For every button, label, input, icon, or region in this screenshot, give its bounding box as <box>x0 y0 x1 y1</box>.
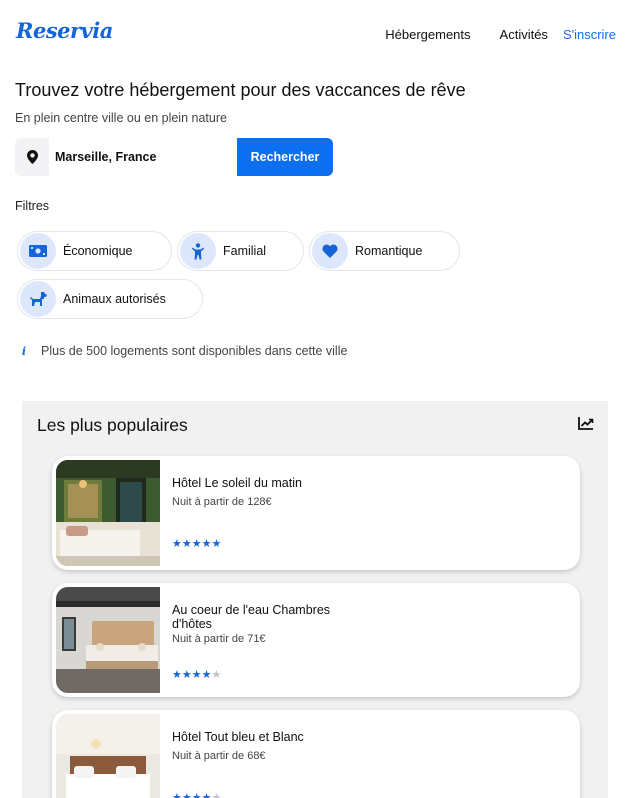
page-title: Trouvez votre hébergement pour des vacca… <box>15 80 466 100</box>
filter-economique[interactable]: Économique <box>17 231 172 271</box>
search-input[interactable] <box>49 138 237 176</box>
heart-icon <box>312 233 348 269</box>
star-icon: ★ <box>211 792 222 798</box>
star-icon: ★ <box>172 669 182 681</box>
nav-link-activites[interactable]: Activités <box>500 27 548 42</box>
filter-animaux[interactable]: Animaux autorisés <box>17 279 203 319</box>
hotel-price: Nuit à partir de 71€ <box>172 633 266 645</box>
filter-romantique[interactable]: Romantique <box>309 231 460 271</box>
star-icon: ★ <box>211 669 222 681</box>
filter-label: Familial <box>223 244 267 258</box>
star-icon: ★ <box>172 538 182 550</box>
hotel-name: Hôtel Le soleil du matin <box>172 476 302 490</box>
star-icon: ★ <box>181 792 192 798</box>
filter-label: Animaux autorisés <box>63 292 166 306</box>
money-icon <box>20 233 56 269</box>
star-icon: ★ <box>201 538 212 550</box>
filter-label: Économique <box>63 244 133 258</box>
hotel-price: Nuit à partir de 128€ <box>172 496 272 508</box>
star-icon: ★ <box>201 669 212 681</box>
map-pin-icon <box>15 150 49 164</box>
nav-link-signup[interactable]: S'inscrire <box>563 27 616 42</box>
filter-label: Romantique <box>355 244 423 258</box>
filter-familial[interactable]: Familial <box>177 231 304 271</box>
hotel-name: Hôtel Tout bleu et Blanc <box>172 730 304 744</box>
star-icon: ★ <box>181 669 192 681</box>
logo[interactable]: Reservia <box>16 18 113 43</box>
star-icon: ★ <box>191 538 202 550</box>
search-field <box>15 138 237 176</box>
hotel-card[interactable]: Hôtel Le soleil du matin Nuit à partir d… <box>52 456 580 570</box>
rating-stars: ★ ★ ★ ★ ★ <box>172 670 221 681</box>
rating-stars: ★ ★ ★ ★ ★ <box>172 539 221 550</box>
rating-stars: ★ ★ ★ ★ ★ <box>172 793 221 798</box>
search-bar: Rechercher <box>15 138 333 176</box>
availability-info: i Plus de 500 logements sont disponibles… <box>17 344 348 358</box>
hotel-photo <box>56 460 160 566</box>
hotel-photo <box>56 714 160 798</box>
star-icon: ★ <box>191 792 202 798</box>
star-icon: ★ <box>172 792 182 798</box>
search-button[interactable]: Rechercher <box>237 138 333 176</box>
availability-text: Plus de 500 logements sont disponibles d… <box>41 344 348 358</box>
hotel-card[interactable]: Hôtel Tout bleu et Blanc Nuit à partir d… <box>52 710 580 798</box>
site-header: Reservia Hébergements Activités S'inscri… <box>0 0 630 70</box>
info-icon: i <box>21 344 27 358</box>
star-icon: ★ <box>181 538 192 550</box>
trend-chart-icon[interactable] <box>578 416 594 435</box>
hotel-card[interactable]: Au coeur de l'eau Chambres d'hôtes Nuit … <box>52 583 580 697</box>
popular-title: Les plus populaires <box>37 415 188 435</box>
popular-section: Les plus populaires Hôtel Le soleil du m… <box>22 401 608 798</box>
child-icon <box>180 233 216 269</box>
hotel-price: Nuit à partir de 68€ <box>172 750 266 762</box>
star-icon: ★ <box>211 538 222 550</box>
page-subtitle: En plein centre ville ou en plein nature <box>15 111 227 125</box>
star-icon: ★ <box>201 792 212 798</box>
dog-icon <box>20 281 56 317</box>
main-nav: Hébergements Activités S'inscrire <box>385 27 616 42</box>
hotel-name: Au coeur de l'eau Chambres d'hôtes <box>172 603 331 631</box>
star-icon: ★ <box>191 669 202 681</box>
hotel-photo <box>56 587 160 693</box>
filters-heading: Filtres <box>15 199 50 213</box>
nav-link-hebergements[interactable]: Hébergements <box>385 27 470 42</box>
